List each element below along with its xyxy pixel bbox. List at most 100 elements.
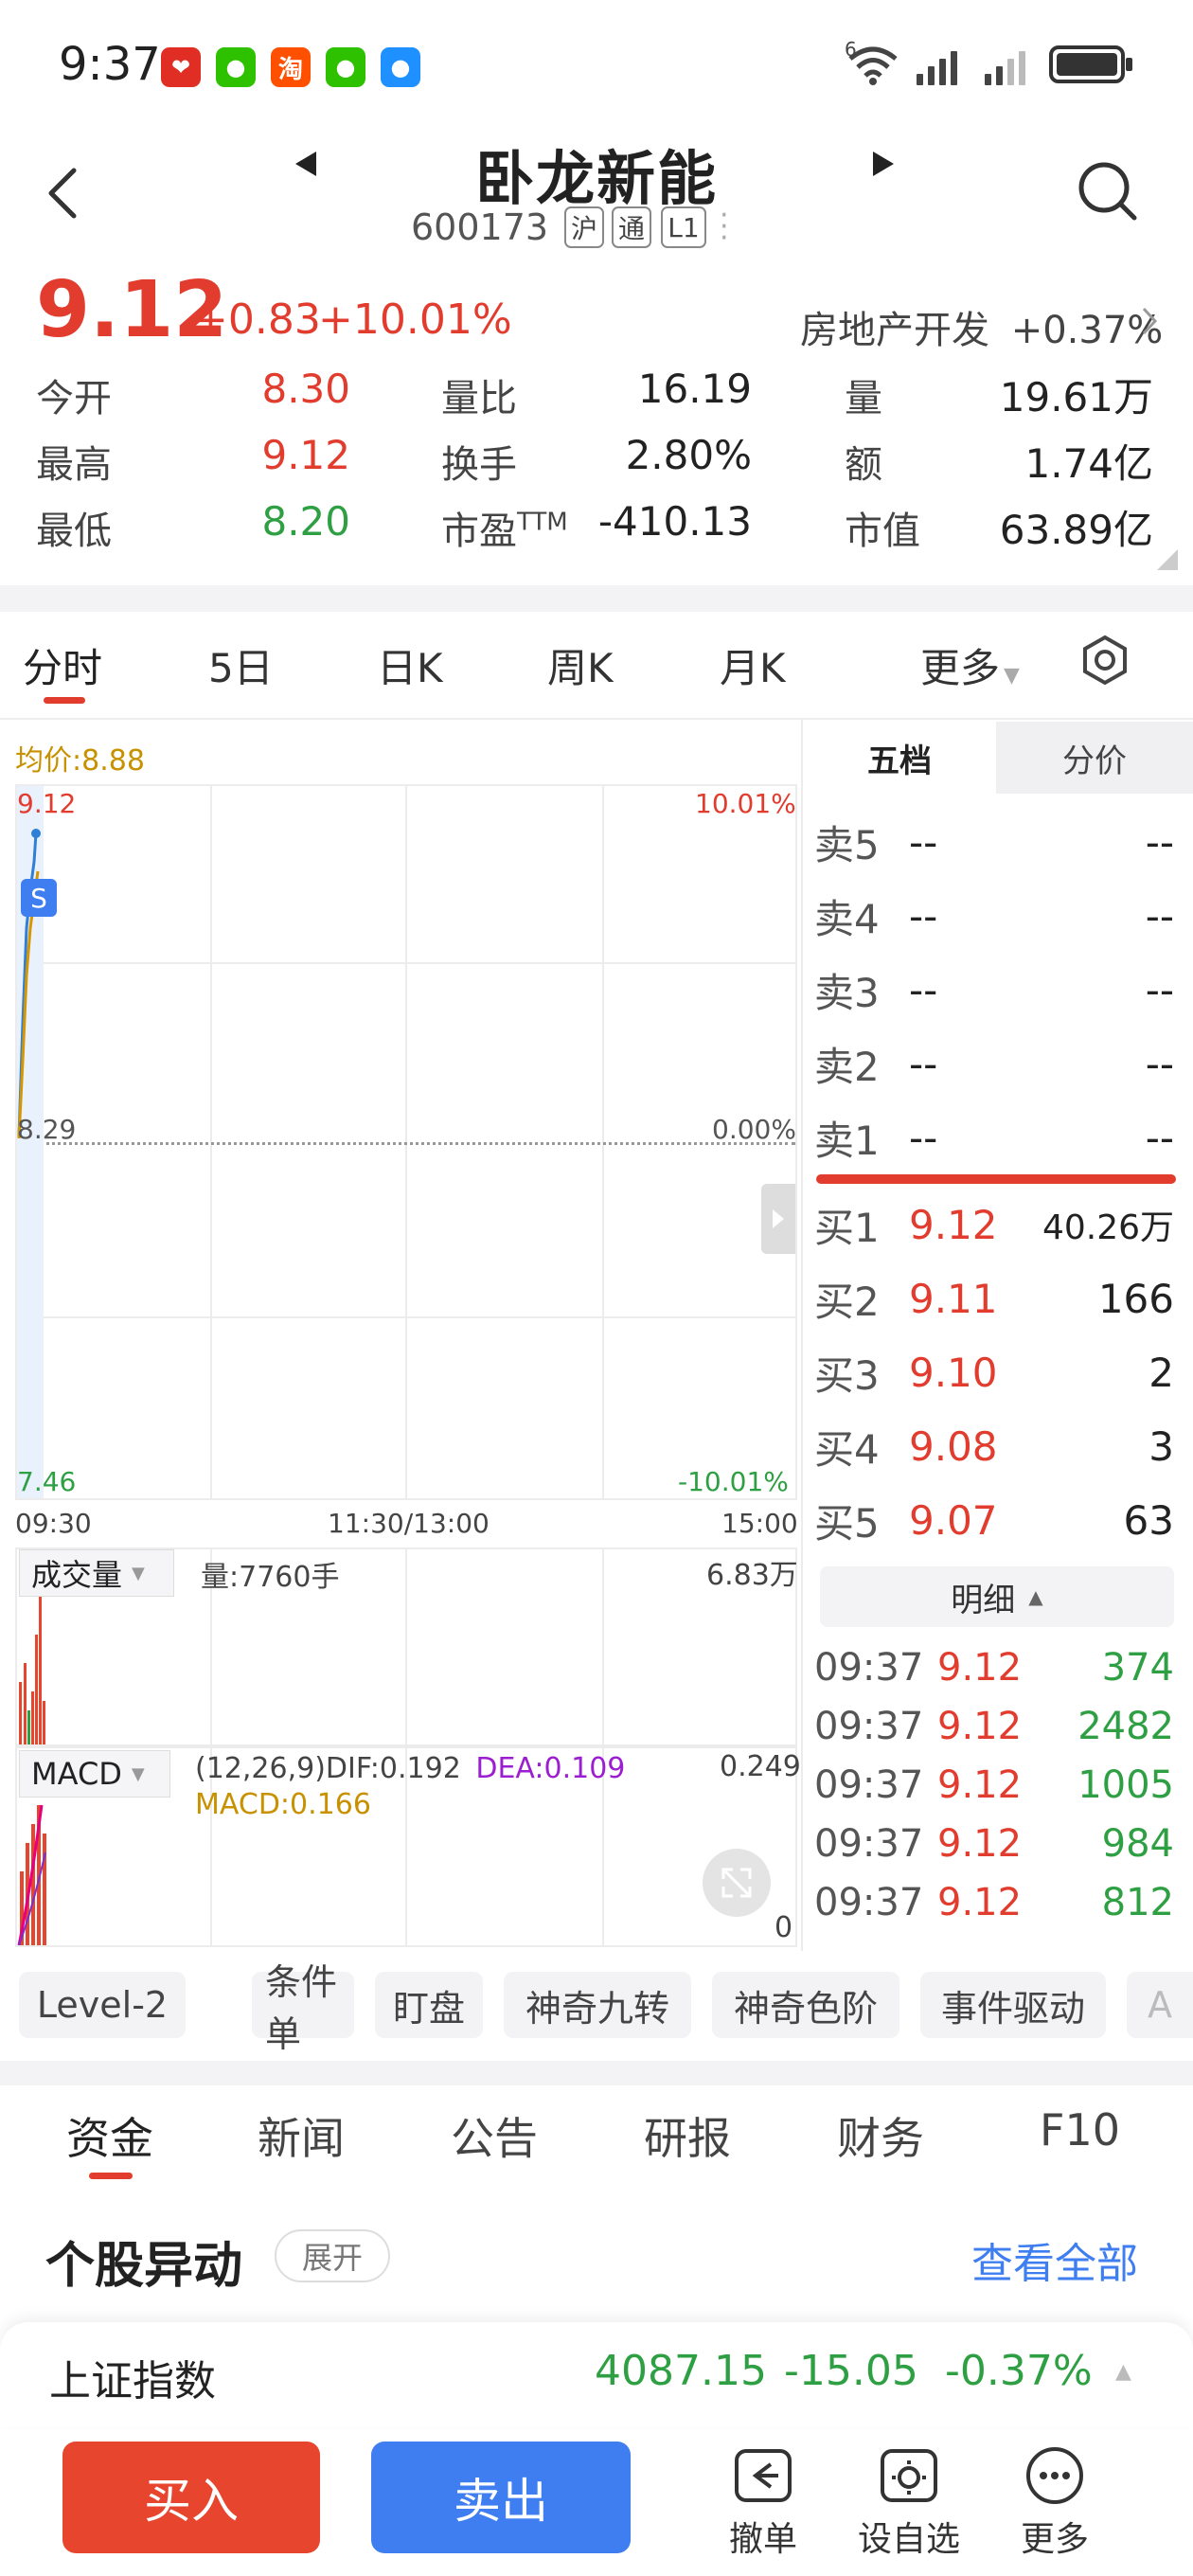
expand-button[interactable]: 展开 [275, 2229, 390, 2282]
stat-open-label: 今开 [36, 377, 112, 420]
tab-active-indicator [44, 697, 85, 704]
tab-daily[interactable]: 日K [377, 636, 443, 694]
bid-row-5: 买5 9.07 63 [814, 1496, 1174, 1547]
chart-low-price: 7.46 [17, 1466, 77, 1497]
tab-funds[interactable]: 资金 [66, 2104, 153, 2167]
tab-f10[interactable]: F10 [1040, 2104, 1120, 2156]
search-icon[interactable] [1076, 159, 1140, 227]
more-icon[interactable] [1024, 2445, 1085, 2510]
expand-corner-icon[interactable] [1157, 549, 1178, 570]
tab-research[interactable]: 研报 [644, 2104, 731, 2167]
time-end: 15:00 [721, 1508, 798, 1539]
price-change-pct: +10.01% [318, 295, 512, 344]
messages-icon: ● [381, 47, 420, 87]
chip-level2[interactable]: Level-2 [19, 1972, 186, 2038]
caret-down-icon: ▼ [1004, 664, 1020, 688]
stat-open-value: 8.30 [261, 366, 350, 412]
tick-row: 09:37 9.12 984 [814, 1822, 1174, 1866]
bid-row-2: 买2 9.11 166 [814, 1275, 1174, 1325]
next-stock-button[interactable] [869, 150, 898, 182]
tab-five-levels[interactable]: 五档 [803, 722, 996, 794]
tick-row: 09:37 9.12 812 [814, 1881, 1174, 1924]
stat-high-value: 9.12 [261, 432, 350, 478]
stat-amount-value: 1.74亿 [1024, 440, 1153, 487]
ask-row-3: 卖3 -- -- [814, 966, 1174, 1016]
settings-hex-icon[interactable] [1079, 635, 1131, 689]
taobao-icon: 淘 [271, 47, 311, 87]
chip-magic-nine[interactable]: 神奇九转 [504, 1972, 691, 2038]
macd-values: (12,26,9)DIF:0.192 DEA:0.109 [195, 1752, 626, 1785]
chip-more[interactable]: A [1127, 1972, 1193, 2038]
chip-magic-color[interactable]: 神奇色阶 [712, 1972, 899, 2038]
volume-selector[interactable]: 成交量 ▼ [19, 1549, 174, 1597]
add-watchlist-icon[interactable] [879, 2447, 939, 2508]
signal-icon-2 [985, 47, 1025, 85]
expand-panel-button[interactable] [761, 1184, 795, 1254]
fullscreen-icon[interactable] [703, 1849, 771, 1917]
chip-conditional-order[interactable]: 条件单 [252, 1961, 354, 2055]
macd-max: 0.249 [720, 1750, 801, 1783]
volume-value: 量:7760手 [201, 1561, 340, 1594]
tab-news[interactable]: 新闻 [258, 2104, 345, 2167]
status-time: 9:37 [59, 38, 161, 91]
tab-financials[interactable]: 财务 [837, 2104, 924, 2167]
stock-code: 600173 [411, 206, 549, 248]
tab-intraday[interactable]: 分时 [23, 636, 102, 694]
add-watchlist-label[interactable]: 设自选 [852, 2512, 966, 2561]
stat-turnover-label: 换手 [441, 443, 517, 487]
chip-monitor[interactable]: 盯盘 [375, 1972, 483, 2038]
tab-monthly[interactable]: 月K [720, 636, 786, 694]
ask-row-4: 卖4 -- -- [814, 892, 1174, 942]
view-all-link[interactable]: 查看全部 [971, 2229, 1138, 2290]
tab-5day[interactable]: 5日 [208, 636, 274, 694]
cancel-order-label[interactable]: 撤单 [706, 2512, 820, 2561]
bid-row-1: 买1 9.12 40.26万 [814, 1201, 1174, 1251]
macd-selector[interactable]: MACD ▼ [19, 1750, 170, 1798]
time-mid: 11:30/13:00 [328, 1508, 490, 1539]
network-type: 6 [845, 38, 857, 61]
stat-volratio-value: 16.19 [637, 366, 752, 412]
cancel-order-icon[interactable] [733, 2447, 793, 2508]
buy-button[interactable]: 买入 [62, 2442, 320, 2553]
sector-name: 房地产开发 [800, 309, 989, 352]
price-line [17, 829, 41, 1139]
wechat-icon-2: ● [326, 47, 365, 87]
volume-max: 6.83万 [706, 1559, 798, 1592]
sector-link[interactable]: 房地产开发 +0.37% [800, 299, 1163, 354]
index-change: -15.05 [784, 2347, 918, 2395]
stat-pe-label: 市盈TTM [441, 508, 568, 553]
stat-low-value: 8.20 [261, 498, 350, 545]
caret-down-icon: ▼ [131, 1763, 145, 1784]
stat-amount-label: 额 [845, 443, 882, 487]
chart-mid-pct: 0.00% [712, 1114, 796, 1145]
tick-row: 09:37 9.12 1005 [814, 1763, 1174, 1807]
intraday-chart[interactable]: S [15, 784, 797, 1500]
caret-up-icon: ▲ [1028, 1585, 1043, 1608]
stat-mktcap-value: 63.89亿 [999, 507, 1153, 553]
stat-volume-value: 19.61万 [999, 374, 1153, 420]
prev-close-line [17, 1142, 795, 1145]
chip-event-driven[interactable]: 事件驱动 [920, 1972, 1106, 2038]
detail-toggle[interactable]: 明细 ▲ [820, 1566, 1174, 1627]
caret-up-icon[interactable]: ▲ [1115, 2360, 1131, 2384]
more-dots-icon[interactable]: · · · [720, 202, 729, 253]
more-label[interactable]: 更多 [998, 2512, 1112, 2561]
battery-icon [1049, 45, 1132, 83]
signal-badge[interactable]: S [21, 879, 57, 917]
tab-weekly[interactable]: 周K [547, 636, 614, 694]
macd-value: MACD:0.166 [195, 1788, 371, 1821]
tab-more[interactable]: 更多 ▼ [920, 636, 1020, 694]
bid-ask-ratio-bar [816, 1174, 1176, 1184]
caret-down-icon: ▼ [132, 1563, 145, 1583]
chart-low-pct: -10.01% [678, 1466, 789, 1497]
stat-mktcap-label: 市值 [845, 510, 920, 553]
tab-price-distribution[interactable]: 分价 [996, 722, 1193, 794]
price-change: +0.83 [193, 295, 321, 344]
tick-row: 09:37 9.12 374 [814, 1646, 1174, 1690]
chart-mid-price: 8.29 [17, 1114, 77, 1145]
macd-dea: DEA:0.109 [475, 1752, 626, 1785]
sell-button[interactable]: 卖出 [371, 2442, 631, 2553]
tabs-divider [0, 718, 1193, 720]
tab-announcements[interactable]: 公告 [451, 2104, 538, 2167]
time-start: 09:30 [15, 1508, 92, 1539]
